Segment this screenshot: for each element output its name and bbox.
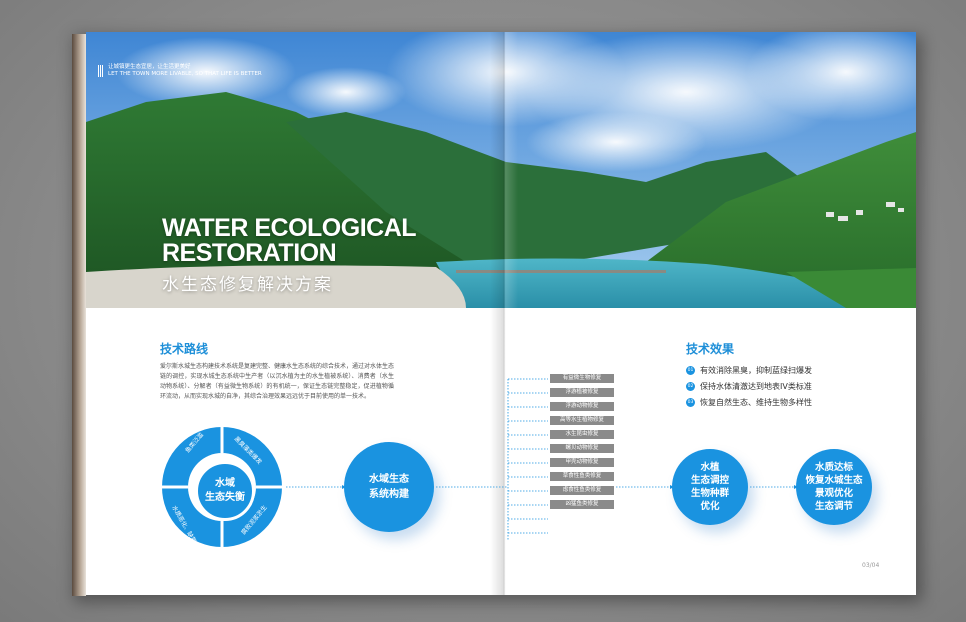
result-line: 水植 — [700, 462, 720, 473]
effect-item: 02 保持水体清澈达到地表IV类标准 — [686, 378, 812, 394]
effect-item: 01 有效消除黑臭，抑制蓝绿扫爆发 — [686, 362, 812, 378]
result-line: 恢复水城生态 — [805, 475, 863, 486]
restoration-item: 甲壳动物修复 — [550, 458, 614, 467]
result-circle-a: 水植生态调控生物种群优化 — [672, 449, 748, 525]
effect-number-badge: 01 — [686, 365, 695, 375]
page-number: 03/04 — [862, 562, 880, 569]
result-line: 景观优化 — [814, 488, 853, 499]
result-line: 生态调节 — [814, 501, 853, 512]
result-line: 水质达标 — [814, 462, 853, 473]
effect-number-badge: 03 — [686, 397, 695, 407]
result-line: 优化 — [700, 501, 720, 512]
effect-number-badge: 02 — [686, 381, 695, 391]
effect-item: 03 恢复自然生态、维持生物多样性 — [686, 394, 812, 410]
restoration-item: 草食性鱼类修复 — [550, 472, 614, 481]
result-line: 生物种群 — [690, 488, 729, 499]
effect-text: 有效消除黑臭，抑制蓝绿扫爆发 — [700, 365, 812, 375]
restoration-list: 有益微生物修复 浮游植被修复 浮游动物修复 高等水生植物修复 水生昆虫修复 螺贝动物修复甲… — [550, 374, 614, 514]
effects-heading: 技术效果 — [686, 342, 735, 356]
restoration-item: 水生昆虫修复 — [550, 430, 614, 439]
restoration-item: 螺贝动物修复 — [550, 444, 614, 453]
restoration-item: 高等水生植物修复 — [550, 416, 614, 425]
restoration-item: 浮游动物修复 — [550, 402, 614, 411]
restoration-item: 虑食性鱼类修复 — [550, 486, 614, 495]
restoration-item: 浮游植被修复 — [550, 388, 614, 397]
effect-text: 恢复自然生态、维持生物多样性 — [700, 397, 812, 407]
restoration-item: 凶猛鱼类修复 — [550, 500, 614, 509]
effects-list: 01 有效消除黑臭，抑制蓝绿扫爆发 02 保持水体清澈达到地表IV类标准 03 恢复自然生… — [686, 362, 812, 410]
connector-lines — [286, 378, 798, 540]
result-circle-b: 水质达标恢复水城生态 景观优化生态调节 — [796, 449, 872, 525]
effect-text: 保持水体清澈达到地表IV类标准 — [700, 381, 812, 391]
result-line: 生态调控 — [690, 475, 729, 486]
restoration-item: 有益微生物修复 — [550, 374, 614, 383]
